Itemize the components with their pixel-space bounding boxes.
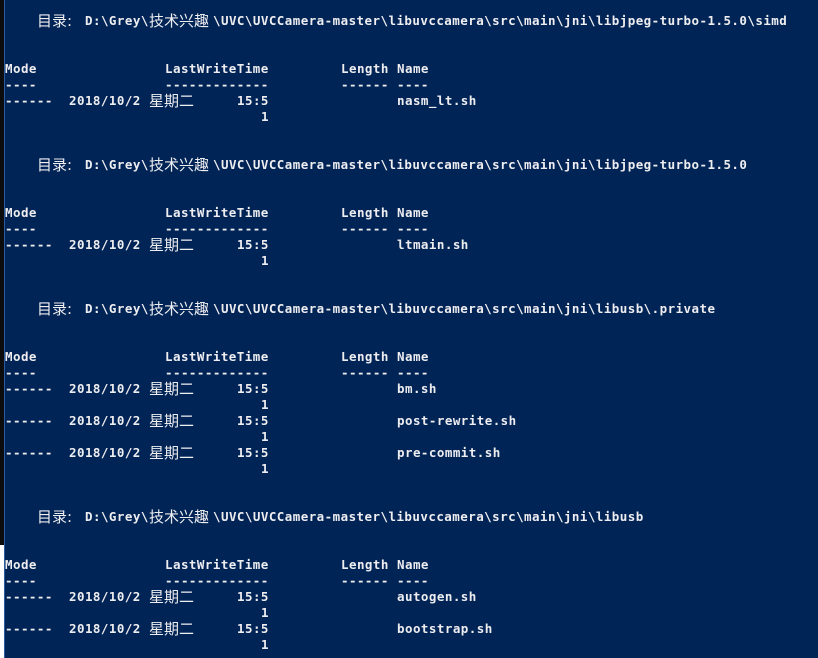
powershell-console[interactable]: 目录: D:\Grey\ 技术兴趣 \UVC\UVCCamera-master\lib… (4, 0, 818, 658)
column-header-mode: Mode (5, 557, 37, 572)
column-rule-lastwritetime: ------------- (165, 221, 269, 236)
column-rule-mode: ---- (5, 365, 37, 380)
file-mode: ------ (5, 621, 53, 636)
file-weekday: 星期二 (149, 236, 195, 254)
column-rule-length: ------ (341, 573, 389, 588)
file-date: 2018/10/2 (69, 381, 141, 396)
column-rule-length: ------ (341, 365, 389, 380)
column-rule-length: ------ (341, 221, 389, 236)
file-time: 15:5 (237, 381, 269, 396)
column-rule-name: ---- (397, 221, 429, 236)
column-header-lastwritetime: LastWriteTime (165, 205, 269, 220)
file-weekday: 星期二 (149, 588, 195, 606)
column-header-name: Name (397, 349, 429, 364)
directory-path-cjk: 技术兴趣 (149, 300, 210, 318)
directory-path-rest: \UVC\UVCCamera-master\libuvccamera\src\m… (213, 13, 788, 28)
column-rule-name: ---- (397, 77, 429, 92)
column-rule-lastwritetime: ------------- (165, 365, 269, 380)
file-time: 15:5 (237, 237, 269, 252)
file-time: 15:5 (237, 621, 269, 636)
file-weekday: 星期二 (149, 620, 195, 638)
file-weekday: 星期二 (149, 92, 195, 110)
column-rule-mode: ---- (5, 221, 37, 236)
column-header-name: Name (397, 61, 429, 76)
file-time: 15:5 (237, 413, 269, 428)
column-header-length: Length (341, 349, 389, 364)
directory-path-cjk: 技术兴趣 (149, 508, 210, 526)
file-time-wrap: 1 (261, 253, 269, 268)
file-mode: ------ (5, 445, 53, 460)
file-weekday: 星期二 (149, 412, 195, 430)
directory-label: 目录: (37, 12, 73, 30)
file-name: pre-commit.sh (397, 445, 501, 460)
column-header-name: Name (397, 557, 429, 572)
directory-path-rest: \UVC\UVCCamera-master\libuvccamera\src\m… (213, 157, 748, 172)
directory-path-prefix: D:\Grey\ (85, 157, 149, 172)
file-time-wrap: 1 (261, 397, 269, 412)
column-header-lastwritetime: LastWriteTime (165, 557, 269, 572)
directory-label: 目录: (37, 508, 73, 526)
file-time-wrap: 1 (261, 461, 269, 476)
file-date: 2018/10/2 (69, 93, 141, 108)
file-weekday: 星期二 (149, 380, 195, 398)
file-name: bootstrap.sh (397, 621, 493, 636)
column-rule-length: ------ (341, 77, 389, 92)
column-header-mode: Mode (5, 61, 37, 76)
file-mode: ------ (5, 237, 53, 252)
file-date: 2018/10/2 (69, 445, 141, 460)
file-weekday: 星期二 (149, 444, 195, 462)
file-time: 15:5 (237, 93, 269, 108)
directory-path-cjk: 技术兴趣 (149, 12, 210, 30)
file-name: post-rewrite.sh (397, 413, 517, 428)
file-date: 2018/10/2 (69, 237, 141, 252)
directory-path-prefix: D:\Grey\ (85, 301, 149, 316)
column-rule-mode: ---- (5, 77, 37, 92)
file-name: nasm_lt.sh (397, 93, 477, 108)
directory-path-rest: \UVC\UVCCamera-master\libuvccamera\src\m… (213, 509, 644, 524)
file-time: 15:5 (237, 445, 269, 460)
column-header-length: Length (341, 61, 389, 76)
directory-path-cjk: 技术兴趣 (149, 156, 210, 174)
file-date: 2018/10/2 (69, 413, 141, 428)
directory-path-prefix: D:\Grey\ (85, 509, 149, 524)
file-name: autogen.sh (397, 589, 477, 604)
file-time-wrap: 1 (261, 637, 269, 652)
file-name: bm.sh (397, 381, 437, 396)
file-date: 2018/10/2 (69, 589, 141, 604)
column-rule-lastwritetime: ------------- (165, 77, 269, 92)
column-header-mode: Mode (5, 349, 37, 364)
file-mode: ------ (5, 381, 53, 396)
column-header-name: Name (397, 205, 429, 220)
column-header-length: Length (341, 557, 389, 572)
column-header-mode: Mode (5, 205, 37, 220)
column-rule-name: ---- (397, 573, 429, 588)
directory-path-prefix: D:\Grey\ (85, 13, 149, 28)
file-time-wrap: 1 (261, 429, 269, 444)
directory-path-rest: \UVC\UVCCamera-master\libuvccamera\src\m… (213, 301, 716, 316)
file-time-wrap: 1 (261, 109, 269, 124)
column-rule-name: ---- (397, 365, 429, 380)
file-name: ltmain.sh (397, 237, 469, 252)
column-header-lastwritetime: LastWriteTime (165, 61, 269, 76)
directory-label: 目录: (37, 300, 73, 318)
directory-label: 目录: (37, 156, 73, 174)
column-header-length: Length (341, 205, 389, 220)
file-date: 2018/10/2 (69, 621, 141, 636)
file-mode: ------ (5, 93, 53, 108)
column-rule-lastwritetime: ------------- (165, 573, 269, 588)
file-mode: ------ (5, 589, 53, 604)
file-time-wrap: 1 (261, 605, 269, 620)
column-header-lastwritetime: LastWriteTime (165, 349, 269, 364)
file-time: 15:5 (237, 589, 269, 604)
column-rule-mode: ---- (5, 573, 37, 588)
file-mode: ------ (5, 413, 53, 428)
